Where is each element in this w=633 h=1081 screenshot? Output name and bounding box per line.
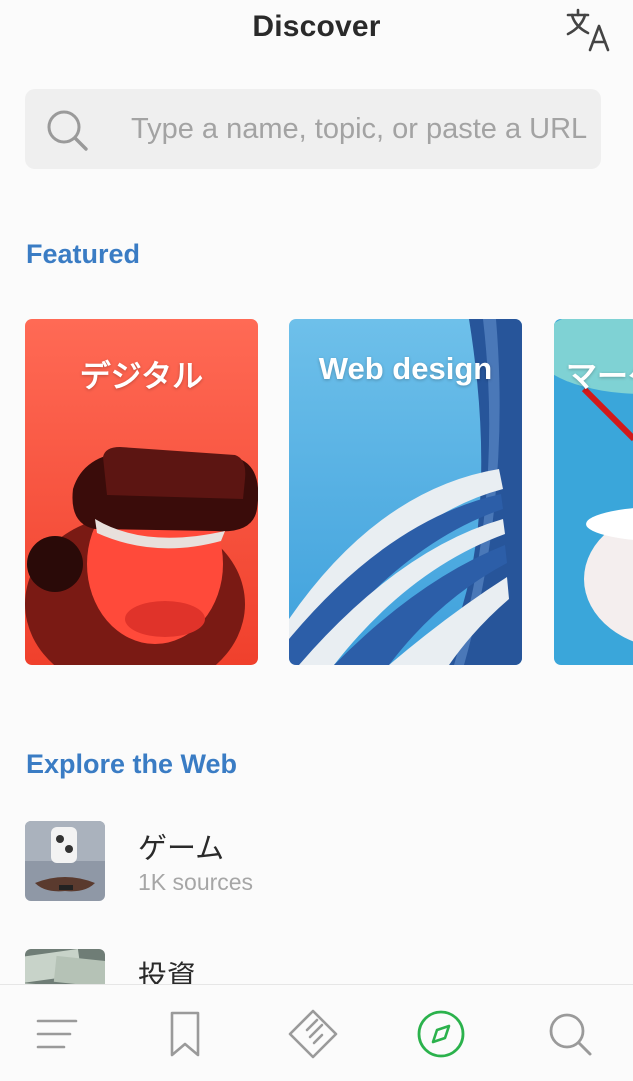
featured-card-label: デジタル	[79, 359, 204, 394]
game-controller-thumbnail	[25, 821, 105, 901]
featured-card-label: マーケ	[566, 359, 633, 394]
page-title: Discover	[252, 10, 381, 43]
nav-menu-button[interactable]	[30, 1007, 84, 1061]
compass-icon	[417, 1010, 465, 1058]
featured-card-label: Web design	[318, 351, 493, 386]
featured-card-digital[interactable]: デジタル	[25, 319, 258, 665]
bottom-navigation	[0, 984, 633, 1081]
feed-tag-icon	[288, 1009, 338, 1059]
explore-item-title: ゲーム	[138, 833, 225, 865]
featured-heading: Featured	[26, 239, 141, 269]
header: Discover	[0, 0, 633, 62]
search-input[interactable]	[131, 89, 601, 169]
nav-discover-button[interactable]	[414, 1007, 468, 1061]
nav-feeds-button[interactable]	[286, 1007, 340, 1061]
bookmark-icon	[170, 1011, 200, 1057]
explore-item-games[interactable]: ゲーム 1K sources	[25, 821, 605, 903]
explore-heading: Explore the Web	[26, 749, 238, 779]
nav-search-button[interactable]	[543, 1007, 597, 1061]
explore-item-sources: 1K sources	[138, 869, 254, 895]
nav-saved-button[interactable]	[158, 1007, 212, 1061]
featured-card-marketing[interactable]: マーケ	[554, 319, 633, 665]
translate-button[interactable]	[562, 6, 616, 56]
search-icon	[549, 1013, 592, 1056]
translate-icon	[566, 8, 610, 52]
search-icon	[47, 110, 88, 151]
featured-card-web-design[interactable]: Web design	[289, 319, 522, 665]
search-bar[interactable]	[25, 89, 601, 169]
menu-icon	[36, 1019, 78, 1049]
discover-screen: Discover Featured	[0, 0, 633, 1081]
